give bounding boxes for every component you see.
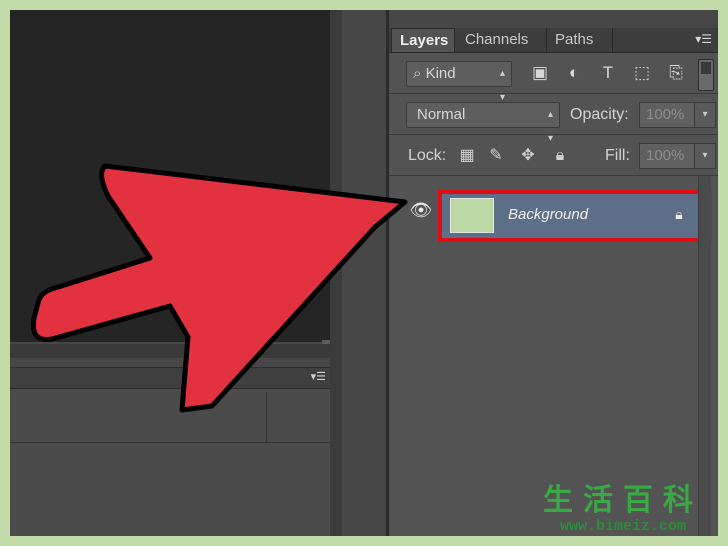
watermark: 生活百科 www.bimeiz.com [528,486,718,536]
watermark-url: www.bimeiz.com [559,518,687,535]
red-arrow [30,163,408,413]
watermark-logo: 生活百科 [543,483,703,518]
pointer-arrow-overlay [30,163,408,413]
